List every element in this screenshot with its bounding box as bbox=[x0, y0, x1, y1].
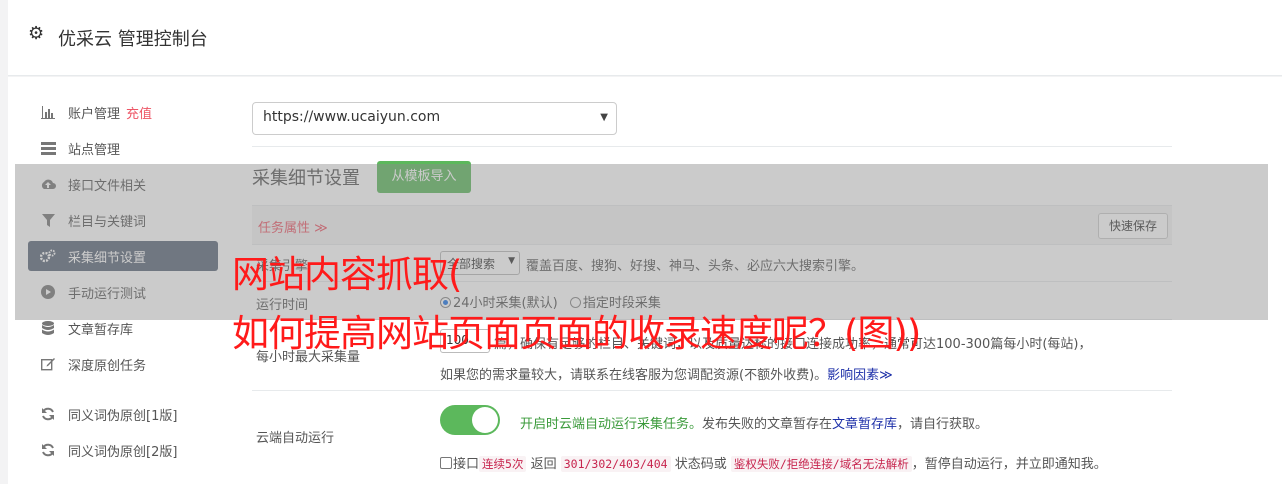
console-title: 优采云 管理控制台 bbox=[58, 29, 208, 50]
divider bbox=[252, 146, 1172, 147]
server-icon bbox=[40, 140, 56, 156]
pause-code-3: 鉴权失败/拒绝连接/域名无法解析 bbox=[730, 456, 912, 472]
bar-chart-icon bbox=[40, 104, 56, 120]
sidebar-item-label: 深度原创任务 bbox=[68, 358, 147, 374]
quantity-note-2-text: 如果您的需求量较大，请联系在线客服为您调配资源(不额外收费)。 bbox=[440, 368, 828, 383]
watermark-overlay bbox=[15, 164, 1268, 320]
sidebar-item-label: 同义词伪原创[2版] bbox=[68, 444, 178, 460]
auto-pause-checkbox[interactable] bbox=[440, 457, 452, 469]
cloud-note-text: 发布失败的文章暂存在 bbox=[702, 417, 833, 432]
refresh-icon bbox=[40, 442, 56, 458]
recharge-link[interactable]: 充值 bbox=[126, 103, 152, 122]
cloud-run-label: 云端自动运行 bbox=[256, 431, 335, 446]
cloud-run-toggle[interactable] bbox=[440, 405, 500, 435]
pause-code-1: 连续5次 bbox=[479, 456, 527, 472]
sidebar-item-synonym-v2[interactable]: 同义词伪原创[2版] bbox=[28, 435, 218, 465]
influence-factors-link[interactable]: 影响因素≫ bbox=[827, 368, 893, 383]
watermark-line-2: 如何提高网站页面页面的收录速度呢？(图)) bbox=[232, 312, 921, 355]
pause-text-a: 接口 bbox=[453, 457, 480, 472]
pause-code-2: 301/302/403/404 bbox=[560, 456, 671, 472]
quantity-note-2: 如果您的需求量较大，请联系在线客服为您调配资源(不额外收费)。影响因素≫ bbox=[440, 364, 893, 383]
database-icon bbox=[40, 320, 56, 336]
site-select[interactable]: https://www.ucaiyun.com ▼ bbox=[252, 102, 617, 135]
gear-icon: ⚙ bbox=[28, 23, 45, 44]
article-storage-link[interactable]: 文章暂存库 bbox=[832, 417, 897, 432]
edit-icon bbox=[40, 356, 56, 372]
pause-text-c: 状态码或 bbox=[670, 457, 731, 472]
chevron-down-icon: ▼ bbox=[600, 112, 608, 123]
watermark-line-1: 网站内容抓取( bbox=[232, 253, 462, 296]
sidebar-item-label: 账户管理 bbox=[68, 106, 121, 122]
cloud-note-green: 开启时云端自动运行采集任务。 bbox=[520, 417, 703, 432]
cloud-note-tail: ，请自行获取。 bbox=[897, 417, 989, 432]
cloud-run-row: 云端自动运行 开启时云端自动运行采集任务。发布失败的文章暂存在文章暂存库，请自行… bbox=[252, 391, 1172, 484]
sidebar-item-synonym-v1[interactable]: 同义词伪原创[1版] bbox=[28, 399, 218, 429]
sidebar-item-sites[interactable]: 站点管理 bbox=[28, 133, 218, 163]
pause-text-b: 返回 bbox=[526, 457, 561, 472]
pause-text-d: ，暂停自动运行，并立即通知我。 bbox=[911, 457, 1107, 472]
sidebar-item-label: 文章暂存库 bbox=[68, 322, 134, 338]
cloud-run-note: 开启时云端自动运行采集任务。发布失败的文章暂存在文章暂存库，请自行获取。 bbox=[520, 413, 988, 432]
site-select-value: https://www.ucaiyun.com bbox=[263, 109, 441, 125]
sidebar-item-deep-original[interactable]: 深度原创任务 bbox=[28, 349, 218, 379]
sidebar-item-label: 站点管理 bbox=[68, 142, 121, 158]
sidebar-item-label: 同义词伪原创[1版] bbox=[68, 408, 178, 424]
top-header: ⚙ 优采云 管理控制台 bbox=[8, 0, 1282, 76]
sidebar-item-account[interactable]: 账户管理 充值 bbox=[28, 97, 218, 127]
auto-pause-option: 接口 连续5次 返回 301/302/403/404 状态码或 鉴权失败/拒绝连接… bbox=[440, 453, 1107, 472]
refresh-icon bbox=[40, 406, 56, 422]
